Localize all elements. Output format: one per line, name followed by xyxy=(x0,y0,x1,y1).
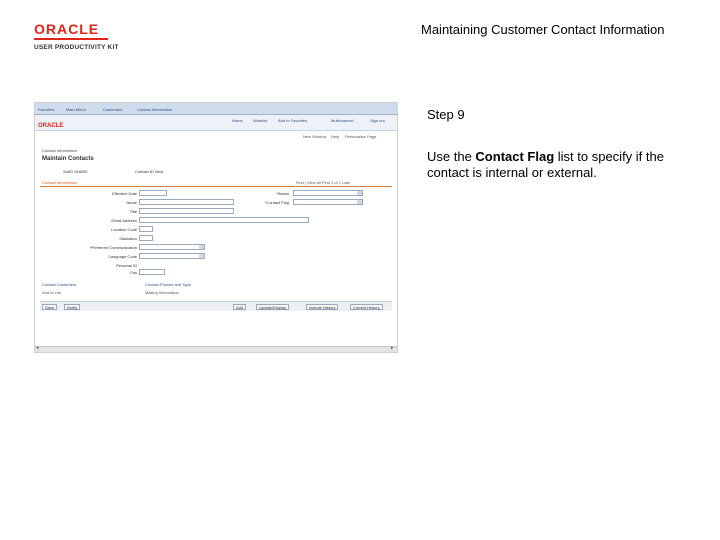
nav-multichannel[interactable]: Multichannel xyxy=(331,118,353,123)
logo-wordmark: ORACLE xyxy=(34,21,100,37)
email-label: Email Address xyxy=(111,218,137,223)
scroll-right-icon[interactable]: ▸ xyxy=(391,346,394,351)
salutation-label: Salutation xyxy=(119,236,137,241)
language-code-label: Language Code xyxy=(108,254,137,259)
contact-info-section-header: Contact Information Find | View All Firs… xyxy=(40,179,392,187)
fax-label: Fax xyxy=(130,270,137,275)
contact-customers-link[interactable]: Contact Customers xyxy=(42,282,76,287)
document-title: Maintaining Customer Contact Information xyxy=(421,22,665,37)
mini-oracle-logo: ORACLE xyxy=(38,123,64,129)
instruction-field-name: Contact Flag xyxy=(475,149,555,164)
contact-id-value: Contact ID Next xyxy=(135,169,164,174)
language-code-select[interactable] xyxy=(139,253,205,259)
new-window-link[interactable]: New Window xyxy=(303,134,326,139)
step-instruction: Use the Contact Flag list to specify if … xyxy=(427,149,697,181)
include-history-button[interactable]: Include History xyxy=(306,304,339,310)
salutation-input[interactable] xyxy=(139,235,153,241)
contact-flag-select[interactable] xyxy=(293,199,363,205)
title-label: Title xyxy=(129,209,137,214)
name-label: Name xyxy=(126,200,137,205)
horizontal-scrollbar[interactable]: ◂ ▸ xyxy=(35,346,397,352)
notify-button[interactable]: Notify xyxy=(64,304,81,310)
status-label: *Status xyxy=(276,191,289,196)
brand-bar: ORACLE Home Worklist Add to Favorites Mu… xyxy=(35,115,397,131)
add-button[interactable]: Add xyxy=(233,304,247,310)
nav-sign-out[interactable]: Sign out xyxy=(370,118,385,123)
update-display-button[interactable]: Update/Display xyxy=(256,304,290,310)
preferred-communication-select[interactable] xyxy=(139,244,205,250)
instruction-text-pre: Use the xyxy=(427,149,476,164)
title-input[interactable] xyxy=(139,208,234,214)
location-code-label: Location Code xyxy=(111,227,137,232)
scroll-left-icon[interactable]: ◂ xyxy=(36,346,39,351)
help-link[interactable]: Help xyxy=(331,134,339,139)
oracle-upk-logo: ORACLE USER PRODUCTIVITY KIT xyxy=(34,22,124,51)
nav-worklist[interactable]: Worklist xyxy=(253,118,267,123)
status-select[interactable] xyxy=(293,190,363,196)
section-navigation[interactable]: Find | View All First 1 of 1 Last xyxy=(296,180,350,185)
location-code-input[interactable] xyxy=(139,226,153,232)
action-button-bar: Save Notify Add Update/Display Include H… xyxy=(40,301,392,311)
contact-flag-label: *Contact Flag xyxy=(264,200,289,205)
section-title: Contact Information xyxy=(42,180,77,185)
step-number: Step 9 xyxy=(427,107,465,122)
effective-date-label: Effective Date xyxy=(112,191,137,196)
breadcrumb-bar: Favorites Main Menu Customers Contact In… xyxy=(35,103,397,115)
logo-underline xyxy=(34,38,108,40)
mailing-information-link[interactable]: Mailing Information xyxy=(145,290,179,295)
save-button[interactable]: Save xyxy=(42,304,58,310)
breadcrumb-item[interactable]: Contact Information xyxy=(137,107,172,112)
preferred-communication-label: *Preferred Communication xyxy=(89,245,137,250)
application-screenshot: Favorites Main Menu Customers Contact In… xyxy=(34,102,398,353)
correct-history-button[interactable]: Correct History xyxy=(350,304,383,310)
setid-value: SetID SHARE xyxy=(63,169,88,174)
nav-home[interactable]: Home xyxy=(232,118,243,123)
effective-date-input[interactable] xyxy=(139,190,167,196)
add-to-list-link[interactable]: Add to List xyxy=(42,290,61,295)
logo-subtitle: USER PRODUCTIVITY KIT xyxy=(34,44,119,51)
nav-add-favorites[interactable]: Add to Favorites xyxy=(278,118,307,123)
contact-phones-link[interactable]: Contact Phones and Type xyxy=(145,282,191,287)
personalize-page-link[interactable]: Personalize Page xyxy=(345,134,376,139)
breadcrumb-item[interactable]: Customers xyxy=(103,107,122,112)
breadcrumb-item[interactable]: Main Menu xyxy=(66,107,86,112)
email-input[interactable] xyxy=(139,217,309,223)
page-heading: Maintain Contacts xyxy=(42,156,94,162)
page-title: Contact Information xyxy=(42,148,77,153)
breadcrumb-item[interactable]: Favorites xyxy=(38,107,54,112)
fax-input[interactable] xyxy=(139,269,165,275)
name-input[interactable] xyxy=(139,199,234,205)
personal-id-label: Personal ID xyxy=(116,263,137,268)
